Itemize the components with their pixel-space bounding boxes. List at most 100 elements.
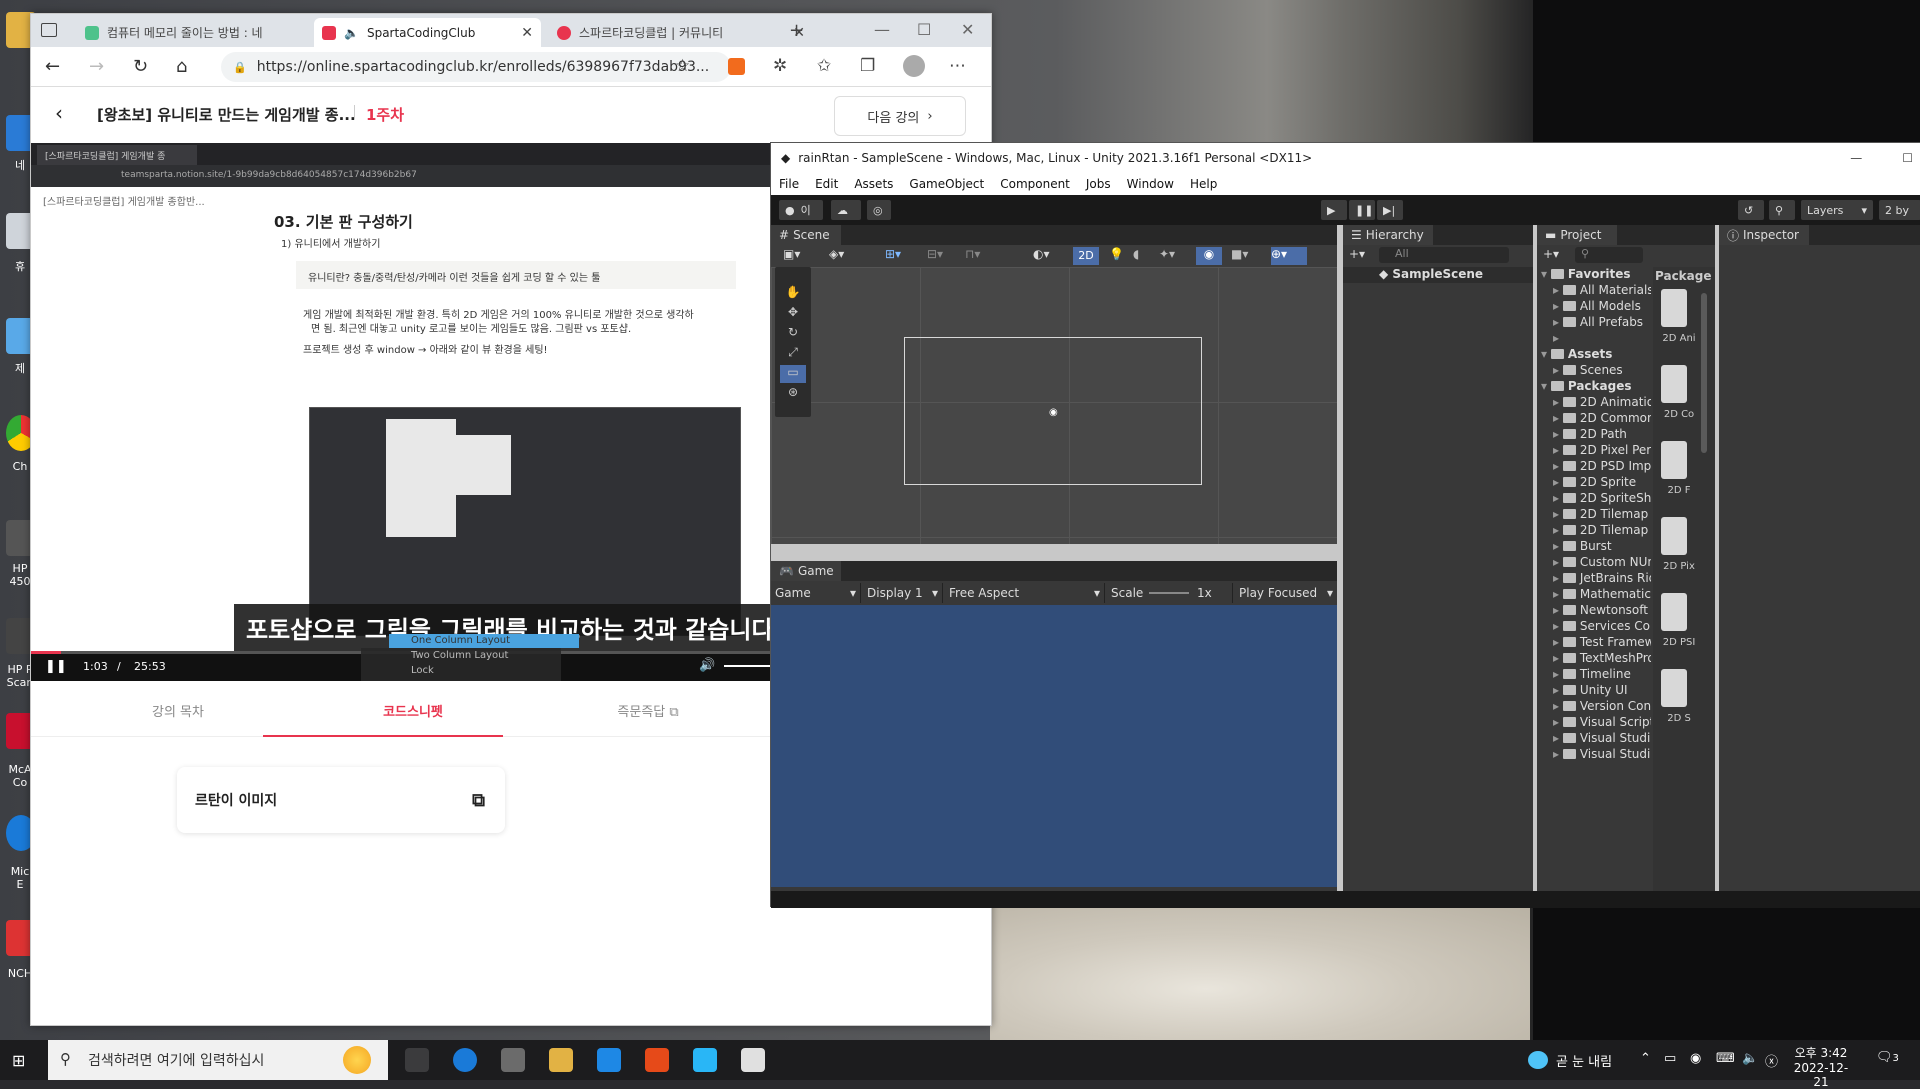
extension-icon[interactable] — [728, 58, 745, 75]
account-dropdown[interactable]: ● 이 — [779, 200, 823, 220]
draw-mode-icon[interactable]: ▣▾ — [783, 247, 811, 265]
menu-edit[interactable]: Edit — [807, 177, 846, 191]
effects-icon[interactable]: ✦▾ — [1159, 247, 1187, 265]
project-tree-item[interactable]: ▸ 2D Common — [1537, 411, 1651, 427]
project-tree-item[interactable]: ▸ Newtonsoft Json — [1537, 603, 1651, 619]
tab-hierarchy[interactable]: ☰ Hierarchy — [1343, 225, 1433, 245]
project-tree-item[interactable]: ▸ 2D Tilemap Extras — [1537, 523, 1651, 539]
project-scrollbar[interactable] — [1701, 293, 1707, 453]
project-tree-item[interactable]: ▸ 2D PSD Importer — [1537, 459, 1651, 475]
rect-tool-icon[interactable]: ▭ — [780, 365, 806, 383]
expand-arrow-icon[interactable]: ▸ — [1553, 363, 1563, 377]
expand-arrow-icon[interactable]: ▾ — [1541, 267, 1551, 281]
tab-code-snippet[interactable]: 코드스니펫 — [293, 701, 533, 720]
weather-text[interactable]: 곧 눈 내림 — [1556, 1051, 1612, 1070]
task-view-icon[interactable] — [405, 1048, 429, 1072]
play-button[interactable]: ▶ — [1321, 200, 1347, 220]
project-tree-item[interactable]: ▸ All Materials — [1537, 283, 1651, 299]
back-chevron-icon[interactable]: ‹ — [55, 101, 63, 125]
menu-window[interactable]: Window — [1119, 177, 1182, 191]
expand-arrow-icon[interactable]: ▸ — [1553, 683, 1563, 697]
scale-tool-icon[interactable]: ⤢ — [780, 345, 806, 363]
project-tree-item[interactable]: ▸ Test Framework — [1537, 635, 1651, 651]
menu-file[interactable]: File — [771, 177, 807, 191]
mcafee-tray-icon[interactable]: ◉ — [1690, 1051, 1701, 1066]
tab-scene[interactable]: # Scene — [771, 225, 841, 245]
close-icon[interactable]: ✕ — [961, 20, 974, 39]
copy-icon[interactable]: ⧉ — [472, 790, 485, 811]
expand-arrow-icon[interactable]: ▸ — [1553, 299, 1563, 313]
menu-assets[interactable]: Assets — [846, 177, 901, 191]
expand-arrow-icon[interactable]: ▸ — [1553, 443, 1563, 457]
aspect-dropdown[interactable]: Free Aspect ▾ — [945, 583, 1105, 603]
minimize-icon[interactable]: — — [1850, 151, 1862, 165]
collections-icon[interactable]: ❐ — [860, 56, 875, 76]
expand-arrow-icon[interactable]: ▸ — [1553, 571, 1563, 585]
windows-start-icon[interactable]: ⊞ — [12, 1051, 25, 1070]
menu-component[interactable]: Component — [992, 177, 1078, 191]
tab-inspector[interactable]: ⓘ Inspector — [1719, 225, 1809, 245]
history-icon[interactable]: ↺ — [1738, 200, 1764, 220]
expand-arrow-icon[interactable]: ▸ — [1553, 651, 1563, 665]
favorite-star-icon[interactable]: ☆ — [675, 56, 690, 76]
play-focused-dropdown[interactable]: Play Focused ▾ — [1235, 583, 1337, 603]
expand-arrow-icon[interactable]: ▸ — [1553, 459, 1563, 473]
step-button[interactable]: ▶| — [1377, 200, 1403, 220]
expand-arrow-icon[interactable]: ▸ — [1553, 475, 1563, 489]
move-tool-icon[interactable]: ✥ — [780, 305, 806, 323]
minimize-icon[interactable]: — — [874, 20, 890, 39]
expand-arrow-icon[interactable]: ▸ — [1553, 331, 1559, 345]
gizmos-icon[interactable]: ⊕▾ — [1271, 247, 1307, 265]
project-tree-item[interactable]: ▸ 2D Animation — [1537, 395, 1651, 411]
package-thumbnail-icon[interactable] — [1661, 289, 1687, 327]
pause-button[interactable]: ❚❚ — [1349, 200, 1375, 220]
weather-icon[interactable] — [1528, 1051, 1548, 1069]
expand-arrow-icon[interactable]: ▸ — [1553, 667, 1563, 681]
volume-slider[interactable] — [724, 665, 771, 667]
url-field[interactable]: 🔒 https://online.spartacodingclub.kr/enr… — [221, 52, 731, 82]
edge-taskbar-icon[interactable] — [453, 1048, 477, 1072]
scene-viewport[interactable]: ◉ ✋ ✥ ↻ ⤢ ▭ ⊛ — [771, 267, 1337, 544]
forward-icon[interactable]: → — [89, 56, 104, 77]
project-tree-item[interactable]: ▸ Timeline — [1537, 667, 1651, 683]
project-tree-item[interactable]: ▸ 2D Pixel Perfect — [1537, 443, 1651, 459]
project-add-icon[interactable]: +▾ — [1543, 247, 1559, 261]
app-icon[interactable] — [693, 1048, 717, 1072]
pause-icon[interactable]: ❚❚ — [45, 659, 67, 674]
grid-snap-icon[interactable]: ⊟▾ — [927, 247, 955, 265]
project-tree-item[interactable]: ▸ Visual Studio Editor — [1537, 747, 1651, 763]
expand-arrow-icon[interactable]: ▾ — [1541, 379, 1551, 393]
visibility-icon[interactable]: ◉ — [1196, 247, 1222, 265]
layout-dropdown[interactable]: 2 by — [1879, 200, 1920, 220]
tab-community[interactable]: 스파르타코딩클럽 | 커뮤니티 ✕ — [549, 18, 813, 47]
expand-arrow-icon[interactable]: ▸ — [1553, 731, 1563, 745]
taskbar-search[interactable]: ⚲ 검색하려면 여기에 입력하십시 — [48, 1040, 388, 1080]
project-tree-item[interactable]: ▸ All Models — [1537, 299, 1651, 315]
expand-arrow-icon[interactable]: ▸ — [1553, 699, 1563, 713]
snippet-card[interactable]: 르탄이 이미지 ⧉ — [177, 767, 505, 833]
lighting-icon[interactable]: 💡 — [1109, 247, 1129, 265]
menu-help[interactable]: Help — [1182, 177, 1225, 191]
package-thumbnail-icon[interactable] — [1661, 593, 1687, 631]
project-tree-item[interactable]: ▸ JetBrains Rider — [1537, 571, 1651, 587]
menu-jobs[interactable]: Jobs — [1078, 177, 1119, 191]
shading-icon[interactable]: ◈▾ — [829, 247, 857, 265]
layers-dropdown[interactable]: Layers ▾ — [1801, 200, 1873, 220]
tab-lecture-list[interactable]: 강의 목차 — [58, 701, 298, 720]
display-dropdown[interactable]: Display 1 ▾ — [863, 583, 943, 603]
orientation-icon[interactable]: ◐▾ — [1033, 247, 1061, 265]
tab-project[interactable]: ▬ Project — [1537, 225, 1617, 245]
project-tree-item[interactable]: ▸ — [1537, 331, 1651, 347]
office-icon[interactable] — [645, 1048, 669, 1072]
explorer-icon[interactable] — [549, 1048, 573, 1072]
game-viewport[interactable] — [771, 605, 1337, 887]
expand-arrow-icon[interactable]: ▸ — [1553, 507, 1563, 521]
expand-arrow-icon[interactable]: ▸ — [1553, 635, 1563, 649]
collab-button[interactable]: ◎ — [867, 200, 891, 220]
scale-slider[interactable] — [1149, 592, 1189, 594]
expand-arrow-icon[interactable]: ▸ — [1553, 619, 1563, 633]
tab-memory[interactable]: 컴퓨터 메모리 줄이는 방법 : 네 ✕ — [77, 18, 341, 47]
transform-tool-icon[interactable]: ⊛ — [780, 385, 806, 403]
battery-icon[interactable]: ▭ — [1664, 1051, 1676, 1066]
new-tab-icon[interactable]: + — [789, 20, 804, 41]
